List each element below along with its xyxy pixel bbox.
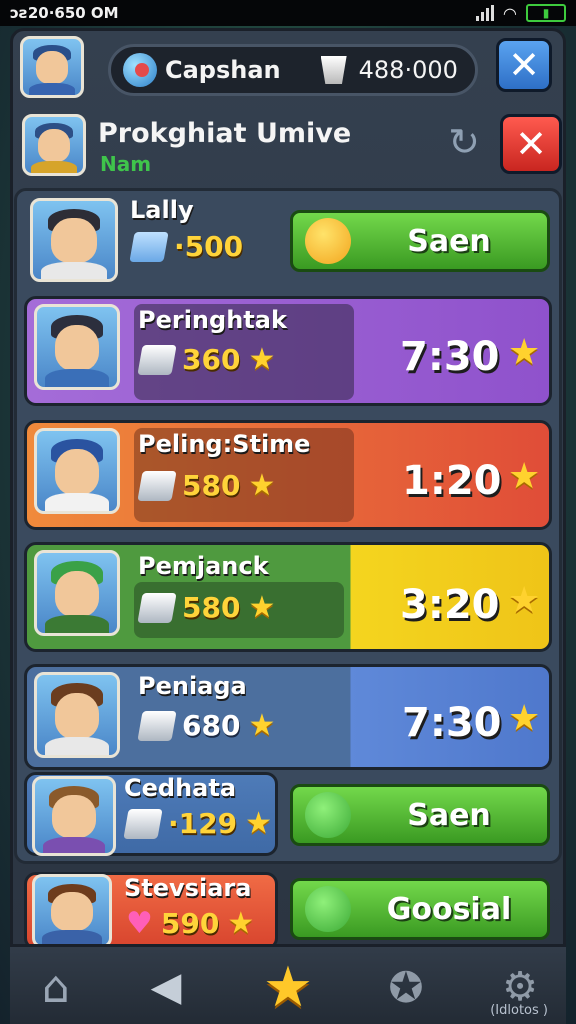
row-value: 580: [182, 469, 241, 502]
item-icon: [123, 808, 163, 839]
row-avatar-lally: [30, 198, 118, 282]
badge-icon: ✪: [388, 962, 424, 1012]
item-icon: [137, 470, 177, 501]
star-icon: ★: [248, 468, 276, 503]
nav-back[interactable]: ◀: [134, 957, 198, 1017]
row-action-button[interactable]: Saen: [290, 784, 550, 846]
top-bar: Capshan 488·000 ✕: [20, 36, 556, 100]
row-stat: ·500: [129, 230, 244, 263]
star-icon: ★: [262, 954, 314, 1020]
signal-icon: [475, 5, 494, 21]
currency-label: Capshan: [165, 56, 281, 84]
star-icon: ★: [227, 906, 255, 941]
player-avatar[interactable]: [20, 36, 84, 98]
mascot-icon: [305, 886, 351, 932]
nav-home[interactable]: ⌂: [24, 957, 88, 1017]
status-bar: ɔƨ20·650 OM ◠ ▮: [0, 0, 576, 26]
star-icon: ★: [508, 456, 541, 497]
row-stat: 580 ★: [137, 468, 276, 503]
row-avatar: [32, 874, 112, 948]
row-name: Lally: [130, 196, 194, 224]
close-icon: ✕: [508, 43, 540, 87]
top-close-button[interactable]: ✕: [496, 38, 552, 92]
nav-star[interactable]: ★: [256, 954, 320, 1020]
row-stat: 680 ★: [137, 708, 276, 743]
star-icon: ★: [248, 708, 276, 743]
home-icon: ⌂: [42, 961, 70, 1013]
row-name: Cedhata: [124, 774, 237, 802]
row-action-label: Saen: [407, 797, 491, 833]
star-icon: ★: [508, 332, 541, 373]
header-avatar: [22, 114, 86, 176]
item-icon: [137, 592, 177, 623]
row-action-label: Saen: [407, 223, 491, 259]
mascot-icon: [305, 218, 351, 264]
star-icon: ★: [248, 342, 276, 377]
row-time: 1:20: [402, 458, 502, 504]
row-value: 590: [160, 907, 220, 940]
star-icon: ★: [508, 698, 541, 739]
wifi-icon: ◠: [503, 3, 516, 23]
row-value: 580: [182, 591, 241, 624]
bottom-nav: ⌂ ◀ ★ ✪ ⚙ (Idlotos ): [10, 944, 566, 1024]
back-icon: ◀: [150, 964, 182, 1010]
row-name: Stevsiara: [124, 874, 252, 902]
heart-icon: ♥: [126, 906, 153, 941]
row-avatar: [34, 304, 120, 390]
row-avatar: [32, 776, 116, 856]
star-icon: ★: [508, 580, 541, 621]
item-icon: [137, 710, 177, 741]
row-stat: 360 ★: [137, 342, 276, 377]
row-name: Peling:Stime: [138, 430, 311, 458]
row-time: 3:20: [400, 582, 500, 628]
row-action-button[interactable]: Goosial: [290, 878, 550, 940]
item-icon: [129, 231, 169, 262]
row-time: 7:30: [400, 334, 500, 380]
row-stat: ♥ 590 ★: [126, 906, 254, 941]
nav-badge[interactable]: ✪: [374, 957, 438, 1017]
item-icon: [137, 344, 177, 375]
currency-bar: Capshan 488·000: [108, 44, 478, 96]
row-value: ·500: [174, 230, 244, 263]
cup-icon: [320, 56, 347, 84]
row-avatar: [34, 672, 120, 758]
row-value: 360: [182, 343, 241, 376]
row-avatar: [34, 428, 120, 514]
star-icon: ★: [248, 590, 276, 625]
row-stat: 580 ★: [137, 590, 276, 625]
currency-value: 488·000: [358, 56, 458, 84]
battery-icon: ▮: [526, 4, 566, 22]
row-action-label: Goosial: [386, 891, 512, 927]
row-stat: ·129 ★: [123, 806, 272, 841]
row-name: Peniaga: [138, 672, 247, 700]
mascot-icon: [305, 792, 351, 838]
row-value: ·129: [168, 807, 238, 840]
row-name: Peringhtak: [138, 306, 287, 334]
globe-icon: [123, 53, 157, 87]
star-icon: ★: [245, 806, 272, 841]
close-icon: ✕: [515, 122, 547, 166]
status-time: ɔƨ20·650 OM: [10, 4, 119, 22]
header-close-button[interactable]: ✕: [500, 114, 562, 174]
nav-settings-label: (Idlotos ): [490, 1003, 548, 1018]
row-action-button[interactable]: Saen: [290, 210, 550, 272]
page-title: Prokghiat Umive: [98, 118, 352, 149]
page-subtitle: Nam: [100, 152, 152, 176]
header-row: Prokghiat Umive Nam ↻ ✕: [14, 108, 562, 186]
row-time: 7:30: [402, 700, 502, 746]
row-avatar: [34, 550, 120, 636]
row-name: Pemjanck: [138, 552, 269, 580]
refresh-icon[interactable]: ↻: [444, 122, 484, 162]
row-value: 680: [182, 709, 241, 742]
